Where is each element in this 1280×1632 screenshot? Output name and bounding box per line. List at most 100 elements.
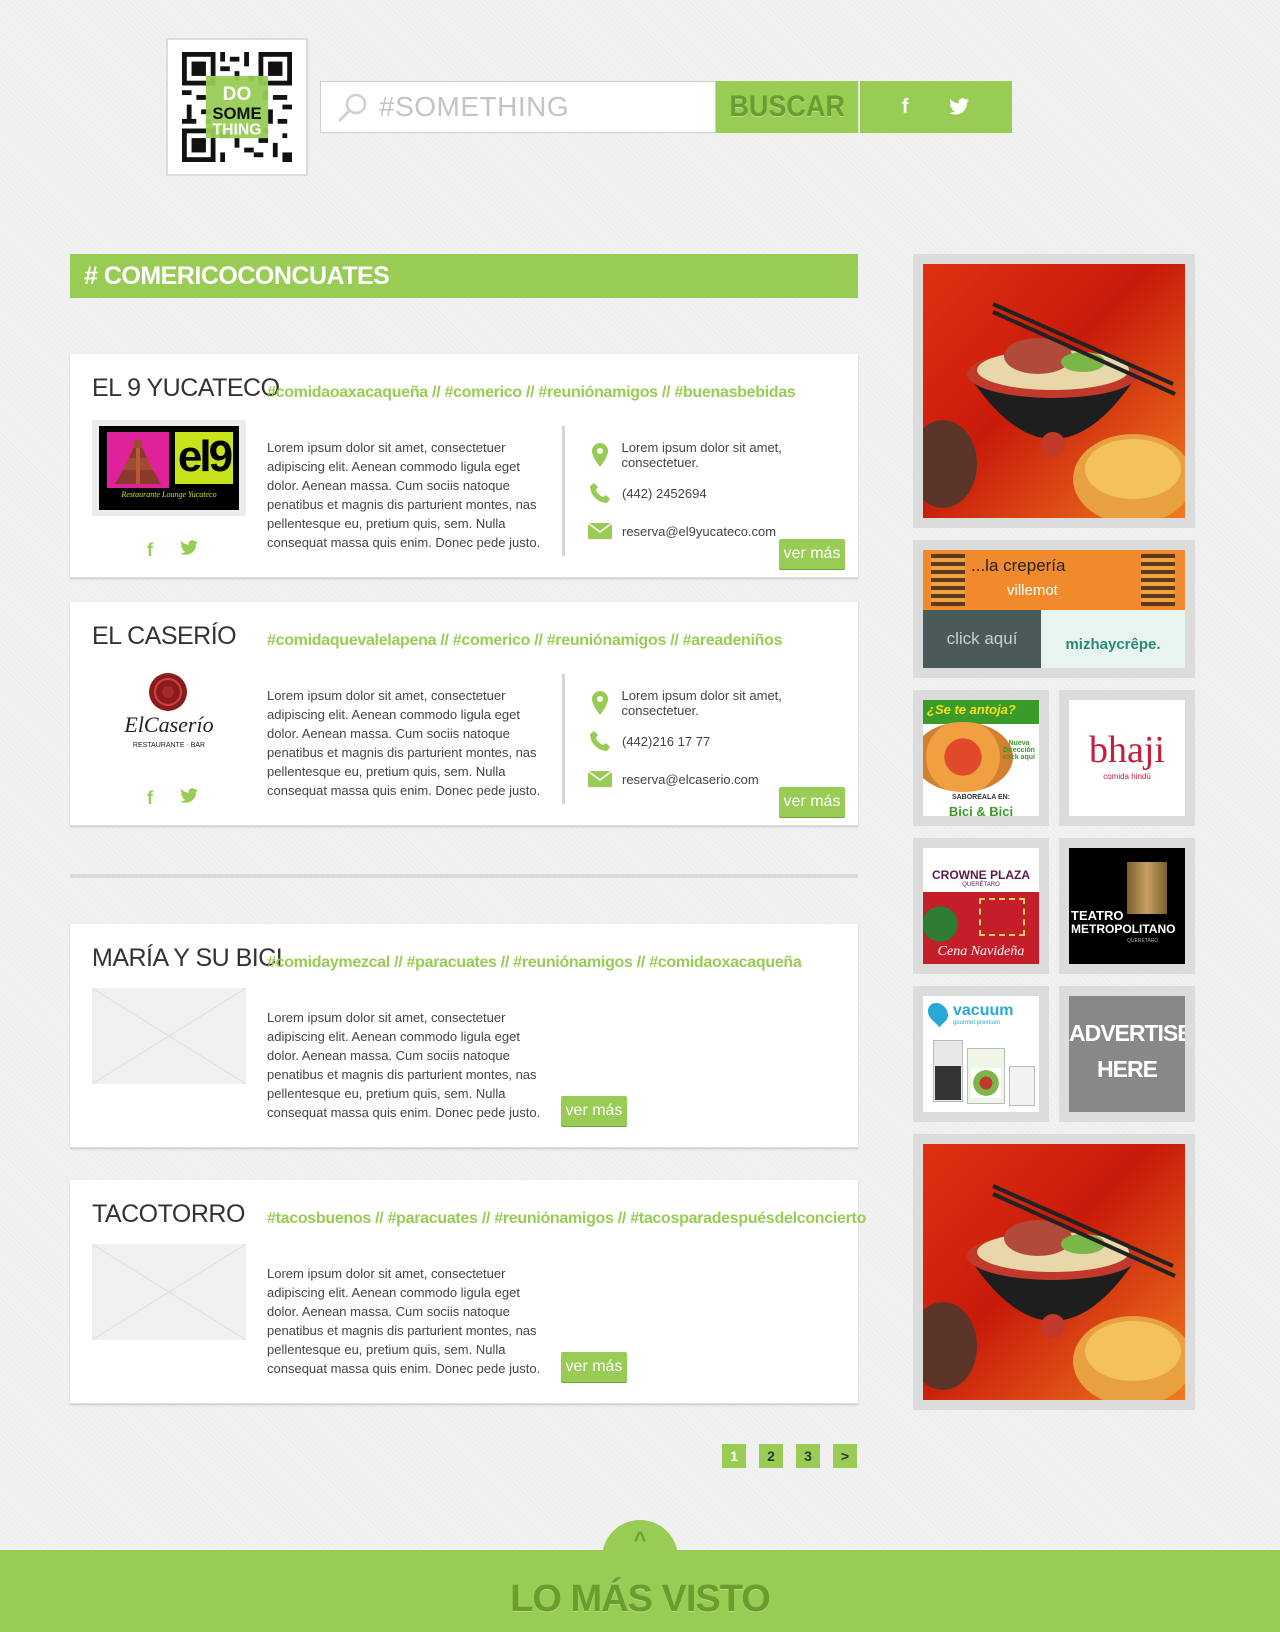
twitter-icon[interactable] [178,788,200,804]
creperia-title: ...la crepería [971,556,1066,575]
page-3-button[interactable]: 3 [796,1444,820,1468]
advertise-line1: ADVERTISE [1069,1020,1185,1046]
logo-subtext: Restaurante Lounge Yucateco [121,490,217,499]
phone-icon [588,481,612,505]
logo-el9-text: el9 [175,432,233,484]
listing-card: EL CASERÍO #comidaquevalelapena // #come… [70,602,858,826]
ver-mas-button[interactable]: ver más [561,1096,627,1126]
listing-tags[interactable]: #tacosbuenos // #paracuates // #reunióna… [267,1210,866,1228]
listing-contacts: Lorem ipsum dolor sit amet, consectetuer… [588,684,858,798]
twitter-icon[interactable] [948,98,970,116]
vacuum-subtitle: gourmet premium [953,1020,1001,1026]
listing-address: Lorem ipsum dolor sit amet, consectetuer… [621,688,782,718]
search-input[interactable] [379,91,699,123]
mizhay-brand: mizhaycrêpe. [1065,636,1161,653]
svg-text:DO: DO [223,84,252,105]
divider [562,426,565,556]
creperia-subtitle: villemot [1007,582,1058,599]
noodle-bowl-icon [923,1184,1185,1400]
vacuum-brand: vacuum [953,1002,1014,1019]
listing-email[interactable]: reserva@el9yucateco.com [622,524,776,539]
ad-advertise-here[interactable]: ADVERTISE HERE [1059,986,1195,1122]
pizza-brand: Bici & Bici [948,804,1014,816]
logo-caserio-text: ElCaserío [124,712,214,737]
listing-phone[interactable]: (442)216 17 77 [622,734,710,749]
pyramid-icon [107,432,169,488]
listing-email[interactable]: reserva@elcaserio.com [622,772,759,787]
listing-address: Lorem ipsum dolor sit amet, consectetuer… [621,440,782,470]
listing-name[interactable]: EL 9 YUCATECO [92,374,280,403]
advertise-line2: HERE [1097,1056,1158,1082]
ad-teatro-metropolitano[interactable]: TEATRO METROPOLITANO QUERÉTARO [1059,838,1195,974]
facebook-icon[interactable]: f [140,788,160,809]
search-button[interactable]: BUSCAR [716,81,859,133]
listing-description: Lorem ipsum dolor sit amet, consectetuer… [267,440,541,550]
twitter-icon[interactable] [178,540,200,556]
listing-phone[interactable]: (442) 2452694 [622,486,707,501]
teatro-line1: TEATRO [1071,908,1124,923]
ad-creperia[interactable]: ...la crepería villemot click aquí mizha… [913,540,1195,678]
ver-mas-button[interactable]: ver más [779,539,845,569]
listing-tags[interactable]: #comidaquevalelapena // #comerico // #re… [267,632,783,650]
crowne-city: QUERÉTARO [962,882,1000,888]
qr-code-icon: DO SOME THING [182,52,292,162]
listing-card: EL 9 YUCATECO #comidaoaxacaqueña // #com… [70,354,858,578]
bhaji-brand: bhaji [1089,729,1165,771]
footer-title: LO MÁS VISTO [510,1578,771,1620]
page-2-button[interactable]: 2 [759,1444,783,1468]
location-pin-icon [588,691,612,715]
listing-logo[interactable]: el9 Restaurante Lounge Yucateco [92,420,246,516]
listing-card: TACOTORRO #tacosbuenos // #paracuates //… [70,1180,866,1404]
listing-name[interactable]: MARÍA Y SU BICI [92,944,283,973]
teatro-city: QUERÉTARO [1127,938,1159,944]
listing-name[interactable]: EL CASERÍO [92,622,237,651]
ad-food-bowl-2[interactable] [913,1134,1195,1410]
teatro-line2: METROPOLITANO [1071,922,1176,936]
ver-mas-button[interactable]: ver más [561,1352,627,1382]
listing-description: Lorem ipsum dolor sit amet, consectetuer… [267,1266,541,1376]
section-title: # COMERICOCONCUATES [70,254,858,298]
pagination: 1 2 3 > [722,1444,857,1468]
ad-bhaji[interactable]: bhaji comida hindú [1059,690,1195,826]
qr-code-logo[interactable]: DO SOME THING [166,38,308,176]
listing-social-links: f [140,788,200,809]
noodle-bowl-icon [923,302,1185,518]
pizza-headline: ¿Se te antoja? [927,702,1016,717]
envelope-icon [588,519,612,543]
search-icon [338,93,367,122]
listing-description: Lorem ipsum dolor sit amet, consectetuer… [267,688,541,798]
listing-name[interactable]: TACOTORRO [92,1200,245,1229]
section-separator [70,874,858,878]
crowne-brand: CROWNE PLAZA [932,868,1030,882]
listing-contacts: Lorem ipsum dolor sit amet, consectetuer… [588,436,858,550]
listing-tags[interactable]: #comidaoaxacaqueña // #comerico // #reun… [267,384,796,402]
location-pin-icon [588,443,612,467]
ad-vacuum[interactable]: vacuum gourmet premium [913,986,1049,1122]
envelope-icon [588,767,612,791]
svg-text:SOME: SOME [212,104,261,123]
ad-crowne-plaza[interactable]: CROWNE PLAZA QUERÉTARO Cena Navideña [913,838,1049,974]
ad-pizza[interactable]: ¿Se te antoja? Nueva Dirección click aqu… [913,690,1049,826]
listing-logo[interactable]: ElCaserío RESTAURANTE · BAR [92,668,246,764]
divider [562,674,565,804]
phone-icon [588,729,612,753]
image-placeholder [91,1243,247,1341]
listing-social-links: f [140,540,200,561]
next-page-button[interactable]: > [833,1444,857,1468]
header-social-links: f [860,81,1012,133]
ad-food-bowl[interactable] [913,254,1195,528]
pizza-note: Nueva Dirección click aquí [1003,740,1035,761]
listing-card: MARÍA Y SU BICI #comidaymezcal // #parac… [70,924,858,1148]
svg-text:THING: THING [212,122,261,139]
search-bar[interactable] [320,81,716,133]
creperia-click-button[interactable]: click aquí [923,610,1041,668]
ver-mas-button[interactable]: ver más [779,787,845,817]
facebook-icon[interactable]: f [902,96,909,119]
wax-seal-icon [149,673,187,711]
listing-tags[interactable]: #comidaymezcal // #paracuates // #reunió… [267,954,802,972]
page-1-button[interactable]: 1 [722,1444,746,1468]
image-placeholder [91,987,247,1085]
bhaji-subtitle: comida hindú [1103,772,1151,781]
facebook-icon[interactable]: f [140,540,160,561]
crowne-caption: Cena Navideña [937,944,1025,959]
